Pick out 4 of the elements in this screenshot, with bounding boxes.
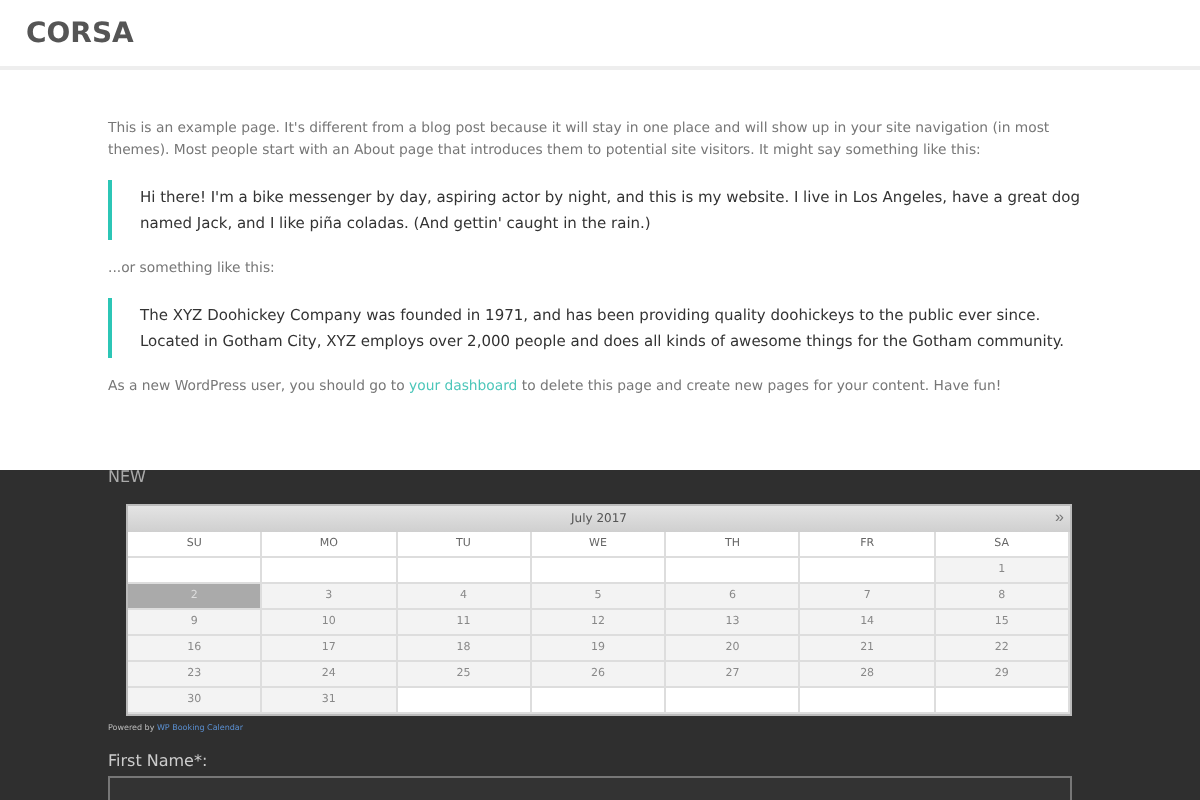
next-month-button[interactable]: » — [1055, 508, 1064, 528]
section-heading: NEW — [108, 470, 148, 484]
field-label: First Name*: — [108, 752, 210, 770]
site-title[interactable]: CORSA — [26, 17, 134, 49]
